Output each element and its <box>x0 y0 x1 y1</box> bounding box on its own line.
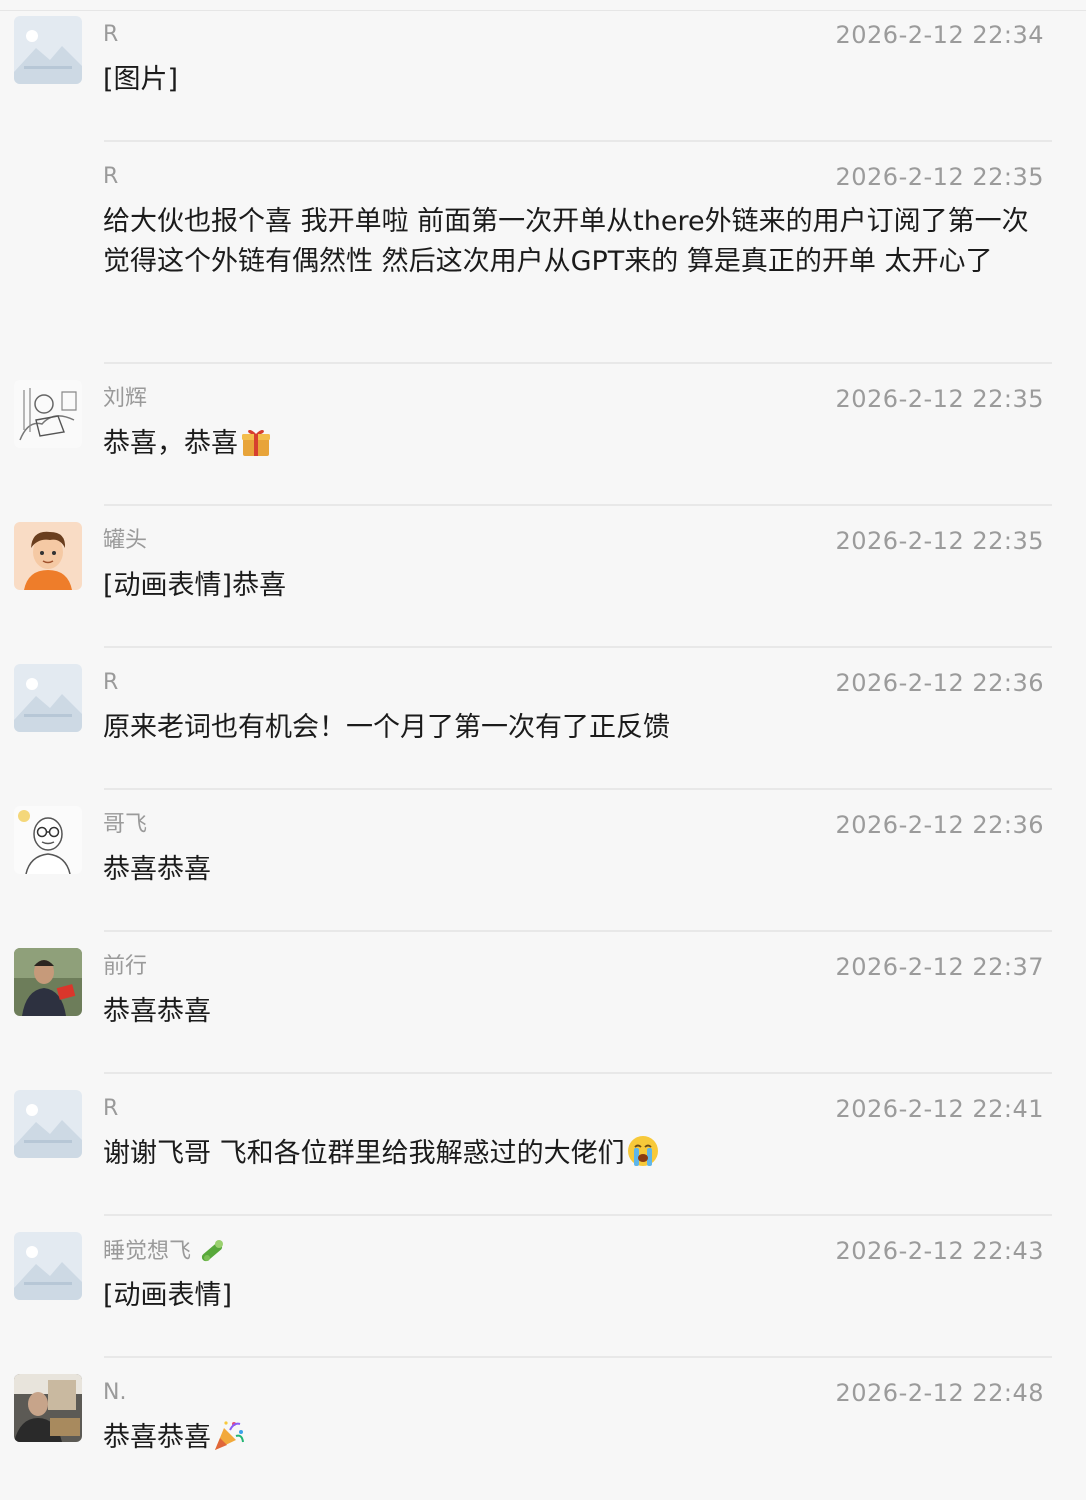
message-text[interactable]: [图片] <box>103 60 1053 100</box>
message-text[interactable]: [动画表情] <box>103 1276 1053 1316</box>
message-timestamp: 2026-2-12 22:35 <box>835 527 1044 555</box>
message-timestamp: 2026-2-12 22:36 <box>835 811 1044 839</box>
message-row: 刘辉 2026-2-12 22:35 恭喜，恭喜 <box>0 364 1086 506</box>
message-text[interactable]: 恭喜恭喜 <box>103 1418 1053 1458</box>
sender-name[interactable]: 睡觉想飞 <box>103 1236 227 1267</box>
message-timestamp: 2026-2-12 22:48 <box>835 1379 1044 1407</box>
message-row: R 2026-2-12 22:35 给大伙也报个喜 我开单啦 前面第一次开单从t… <box>0 142 1086 364</box>
message-row: R 2026-2-12 22:36 原来老词也有机会！一个月了第一次有了正反馈 <box>0 648 1086 790</box>
message-timestamp: 2026-2-12 22:37 <box>835 953 1044 981</box>
sender-name[interactable]: 罐头 <box>103 526 147 556</box>
message-text[interactable]: 谢谢飞哥 飞和各位群里给我解惑过的大佬们 <box>103 1134 1053 1174</box>
sender-name[interactable]: R <box>103 1094 118 1124</box>
sender-name[interactable]: R <box>103 20 118 50</box>
message-row: 罐头 2026-2-12 22:35 [动画表情]恭喜 <box>0 506 1086 648</box>
message-text[interactable]: 原来老词也有机会！一个月了第一次有了正反馈 <box>103 708 1053 748</box>
photo-room-avatar[interactable] <box>14 1374 82 1442</box>
sender-name[interactable]: 哥飞 <box>103 810 147 840</box>
message-timestamp: 2026-2-12 22:34 <box>835 21 1044 49</box>
message-row: N. 2026-2-12 22:48 恭喜恭喜 <box>0 1358 1086 1500</box>
placeholder-image-icon[interactable] <box>14 16 82 84</box>
bald-glasses-avatar[interactable] <box>14 806 82 874</box>
message-text[interactable]: 恭喜恭喜 <box>103 992 1053 1032</box>
gift-emoji <box>239 424 273 458</box>
message-text[interactable]: 恭喜，恭喜 <box>103 424 1053 464</box>
message-timestamp: 2026-2-12 22:35 <box>835 163 1044 191</box>
sketch-avatar[interactable] <box>14 380 82 448</box>
message-text[interactable]: [动画表情]恭喜 <box>103 566 1053 606</box>
message-timestamp: 2026-2-12 22:36 <box>835 669 1044 697</box>
sender-name[interactable]: R <box>103 668 118 698</box>
sender-name[interactable]: R <box>103 162 118 192</box>
cucumber-emoji <box>197 1236 227 1266</box>
message-timestamp: 2026-2-12 22:41 <box>835 1095 1044 1123</box>
message-text[interactable]: 恭喜恭喜 <box>103 850 1053 890</box>
message-text[interactable]: 给大伙也报个喜 我开单啦 前面第一次开单从there外链来的用户订阅了第一次 觉… <box>103 202 1053 282</box>
party-popper-emoji <box>212 1418 246 1452</box>
sender-name[interactable]: N. <box>103 1378 126 1408</box>
message-timestamp: 2026-2-12 22:35 <box>835 385 1044 413</box>
chat-history-list: R 2026-2-12 22:34 [图片] R 2026-2-12 22:35… <box>0 0 1086 1500</box>
message-row: 前行 2026-2-12 22:37 恭喜恭喜 <box>0 932 1086 1074</box>
crying-emoji <box>626 1134 660 1168</box>
message-timestamp: 2026-2-12 22:43 <box>835 1237 1044 1265</box>
sender-name[interactable]: 刘辉 <box>103 384 147 414</box>
message-row: 睡觉想飞 2026-2-12 22:43 [动画表情] <box>0 1216 1086 1358</box>
placeholder-image-icon[interactable] <box>14 1232 82 1300</box>
message-row: R 2026-2-12 22:34 [图片] <box>0 0 1086 142</box>
cartoon-boy-avatar[interactable] <box>14 522 82 590</box>
photo-man-avatar[interactable] <box>14 948 82 1016</box>
placeholder-image-icon[interactable] <box>14 664 82 732</box>
sender-name[interactable]: 前行 <box>103 952 147 982</box>
placeholder-image-icon[interactable] <box>14 1090 82 1158</box>
message-row: R 2026-2-12 22:41 谢谢飞哥 飞和各位群里给我解惑过的大佬们 <box>0 1074 1086 1216</box>
message-row: 哥飞 2026-2-12 22:36 恭喜恭喜 <box>0 790 1086 932</box>
